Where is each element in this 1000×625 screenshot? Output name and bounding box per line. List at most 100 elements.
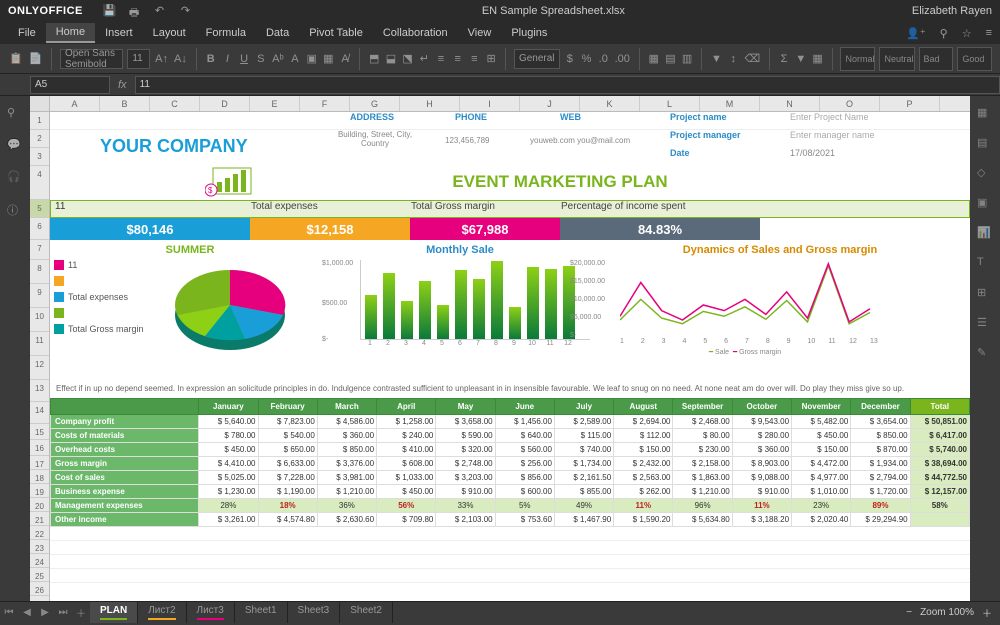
row-header[interactable]: 25 [30, 568, 49, 582]
menu-dots-icon[interactable]: ≡ [986, 27, 992, 40]
format-table-icon[interactable]: ▦ [811, 48, 824, 70]
style-neutral[interactable]: Neutral [879, 47, 914, 71]
col-header[interactable]: H [400, 96, 460, 111]
menu-formula[interactable]: Formula [196, 24, 256, 42]
pivot-settings-icon[interactable]: ⊞ [977, 286, 993, 302]
underline-icon[interactable]: U [238, 48, 251, 70]
col-header[interactable]: G [350, 96, 400, 111]
col-header[interactable]: I [460, 96, 520, 111]
inc-font-icon[interactable]: A↑ [154, 48, 169, 70]
style-good[interactable]: Good [957, 47, 992, 71]
tab-prev-icon[interactable]: ◀ [18, 607, 36, 618]
sheet-tab[interactable]: Лист2 [138, 602, 186, 623]
row-header[interactable]: 10 [30, 308, 49, 332]
save-icon[interactable]: 💾 [103, 4, 117, 18]
col-header[interactable]: P [880, 96, 940, 111]
dec-dec-icon[interactable]: .00 [614, 48, 631, 70]
undo-icon[interactable]: ↶ [155, 4, 169, 18]
redo-icon[interactable]: ↷ [181, 4, 195, 18]
row-header[interactable]: 9 [30, 284, 49, 308]
fill-icon[interactable]: ▼ [794, 48, 807, 70]
col-header[interactable]: A [50, 96, 100, 111]
italic-icon[interactable]: I [221, 48, 234, 70]
support-icon[interactable]: 🎧 [7, 170, 23, 186]
zoom-in-icon[interactable]: ＋ [982, 605, 992, 620]
borders-icon[interactable]: ▦ [322, 48, 335, 70]
row-header[interactable]: 15 [30, 424, 49, 440]
number-format-combo[interactable]: General [514, 49, 560, 69]
align-right-icon[interactable]: ≡ [468, 48, 481, 70]
sheet-tab[interactable]: Sheet2 [340, 602, 393, 623]
zoom-out-icon[interactable]: − [906, 607, 912, 618]
share-icon[interactable]: 👤⁺ [906, 27, 926, 40]
align-top-icon[interactable]: ⬒ [368, 48, 381, 70]
shape-settings-icon[interactable]: ◇ [977, 166, 993, 182]
align-left-icon[interactable]: ≡ [435, 48, 448, 70]
align-mid-icon[interactable]: ⬓ [385, 48, 398, 70]
financial-table[interactable]: JanuaryFebruaryMarchAprilMayJuneJulyAugu… [50, 398, 970, 527]
copy-icon[interactable]: 📋 [8, 48, 24, 70]
text-settings-icon[interactable]: T [977, 256, 993, 272]
tab-next-icon[interactable]: ▶ [36, 607, 54, 618]
cell-a5[interactable]: 11 [51, 201, 251, 217]
font-color-icon[interactable]: A [289, 48, 302, 70]
sheet-tab[interactable]: Sheet1 [235, 602, 288, 623]
row-header[interactable]: 22 [30, 526, 49, 540]
row-header[interactable]: 8 [30, 260, 49, 284]
row-header[interactable]: 20 [30, 498, 49, 512]
clear-format-icon[interactable]: A̸ [339, 48, 352, 70]
strike-icon[interactable]: S [254, 48, 267, 70]
row-header[interactable]: 27 [30, 596, 49, 601]
row-header[interactable]: 26 [30, 582, 49, 596]
row-header[interactable]: 2 [30, 130, 49, 148]
sheet-tab[interactable]: PLAN [90, 602, 138, 623]
row-header[interactable]: 7 [30, 240, 49, 260]
menu-file[interactable]: File [8, 24, 46, 42]
clear-icon[interactable]: ⌫ [744, 48, 762, 70]
style-bad[interactable]: Bad [919, 47, 954, 71]
sum-icon[interactable]: Σ [778, 48, 791, 70]
col-header[interactable]: F [300, 96, 350, 111]
menu-home[interactable]: Home [46, 23, 95, 43]
row-header[interactable]: 24 [30, 554, 49, 568]
row-header[interactable]: 17 [30, 456, 49, 470]
tab-last-icon[interactable]: ⏭ [54, 607, 72, 618]
paste-icon[interactable]: 📄 [28, 48, 44, 70]
slicer-settings-icon[interactable]: ☰ [977, 316, 993, 332]
select-all-corner[interactable] [30, 96, 50, 111]
currency-icon[interactable]: $ [564, 48, 577, 70]
dec-inc-icon[interactable]: .0 [597, 48, 610, 70]
col-header[interactable]: L [640, 96, 700, 111]
col-header[interactable]: O [820, 96, 880, 111]
style-normal[interactable]: Normal [840, 47, 875, 71]
menu-data[interactable]: Data [256, 24, 299, 42]
row-header[interactable]: 1 [30, 112, 49, 130]
align-center-icon[interactable]: ≡ [451, 48, 464, 70]
menu-view[interactable]: View [458, 24, 502, 42]
image-settings-icon[interactable]: ▣ [977, 196, 993, 212]
font-name-combo[interactable]: Open Sans Semibold [60, 49, 123, 69]
menu-pivot[interactable]: Pivot Table [299, 24, 373, 42]
dec-font-icon[interactable]: A↓ [173, 48, 188, 70]
search-icon[interactable]: ⚲ [7, 106, 23, 122]
star-icon[interactable]: ☆ [962, 27, 972, 40]
sheet-tab[interactable]: Sheet3 [288, 602, 341, 623]
super-icon[interactable]: Aᵇ [271, 48, 285, 70]
menu-layout[interactable]: Layout [143, 24, 196, 42]
tab-first-icon[interactable]: ⏮ [0, 607, 18, 618]
user-name[interactable]: Elizabeth Rayen [912, 5, 992, 17]
col-header[interactable]: E [250, 96, 300, 111]
print-icon[interactable]: 🖶 [129, 4, 143, 18]
merge-icon[interactable]: ⊞ [485, 48, 498, 70]
menu-plugins[interactable]: Plugins [501, 24, 557, 42]
percent-icon[interactable]: % [580, 48, 593, 70]
row-header[interactable]: 16 [30, 440, 49, 456]
row-header[interactable]: 14 [30, 402, 49, 424]
cell-settings-icon[interactable]: ▦ [977, 106, 993, 122]
chart-settings-icon[interactable]: 📊 [977, 226, 993, 242]
cell-reference-input[interactable]: A5 [30, 76, 110, 94]
row-header[interactable]: 23 [30, 540, 49, 554]
selected-row[interactable]: 11 Total expenses Total Gross margin Per… [50, 200, 970, 218]
sheet-content[interactable]: ADDRESS PHONE WEB Project name Enter Pro… [50, 112, 970, 601]
wrap-icon[interactable]: ↵ [418, 48, 431, 70]
